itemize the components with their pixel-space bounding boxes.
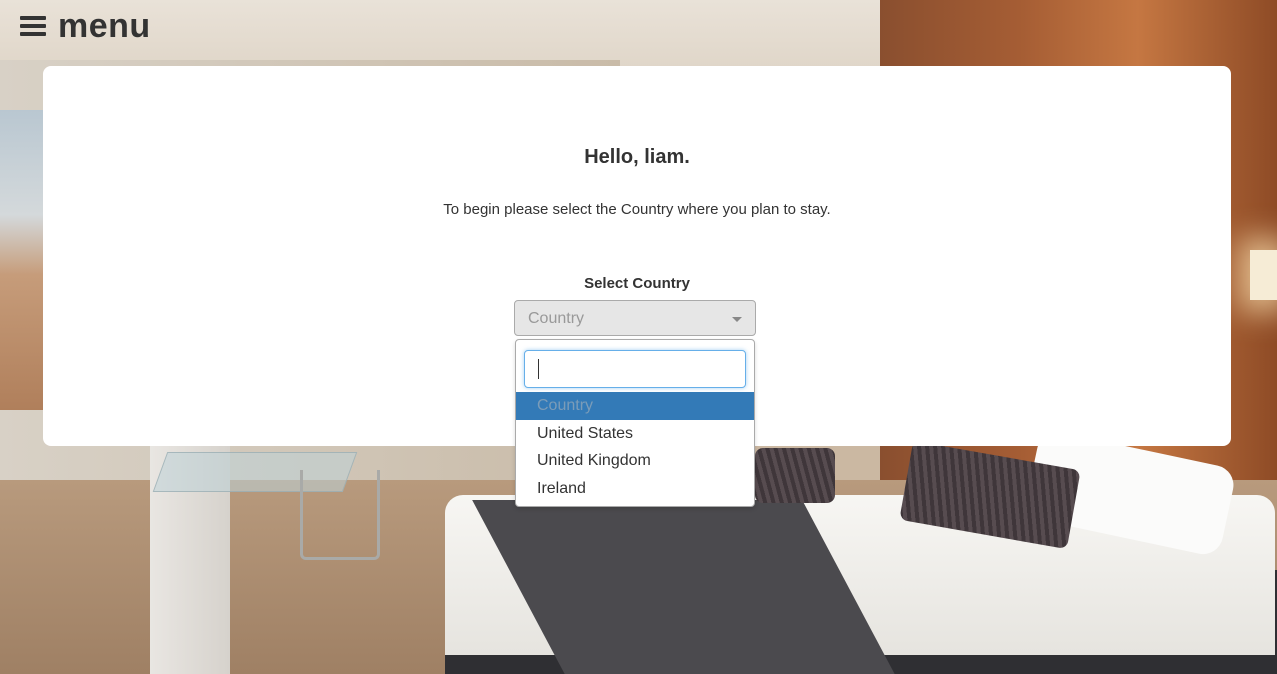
- option-united-kingdom[interactable]: United Kingdom: [516, 447, 754, 475]
- country-search-input[interactable]: [524, 350, 746, 388]
- country-select[interactable]: Country: [514, 300, 756, 336]
- country-select-value[interactable]: Country: [528, 310, 584, 328]
- greeting-heading: Hello, liam.: [584, 146, 690, 168]
- background-pillow: [755, 448, 835, 503]
- hamburger-icon[interactable]: [20, 15, 46, 37]
- country-option-list: Country United States United Kingdom Ire…: [516, 392, 754, 502]
- option-country[interactable]: Country: [516, 392, 754, 420]
- option-united-states[interactable]: United States: [516, 420, 754, 448]
- country-dropdown: Country United States United Kingdom Ire…: [515, 339, 755, 507]
- background-window: [0, 110, 48, 410]
- select-country-label: Select Country: [584, 275, 690, 292]
- dropdown-search[interactable]: [524, 350, 746, 388]
- menu-button[interactable]: menu: [20, 6, 151, 46]
- menu-label[interactable]: menu: [58, 6, 151, 46]
- caret-down-icon[interactable]: [732, 317, 742, 322]
- background-chair: [300, 470, 380, 560]
- text-caret: [538, 359, 539, 379]
- instruction-text: To begin please select the Country where…: [443, 201, 831, 218]
- option-ireland[interactable]: Ireland: [516, 475, 754, 503]
- background-lamp: [1250, 250, 1277, 300]
